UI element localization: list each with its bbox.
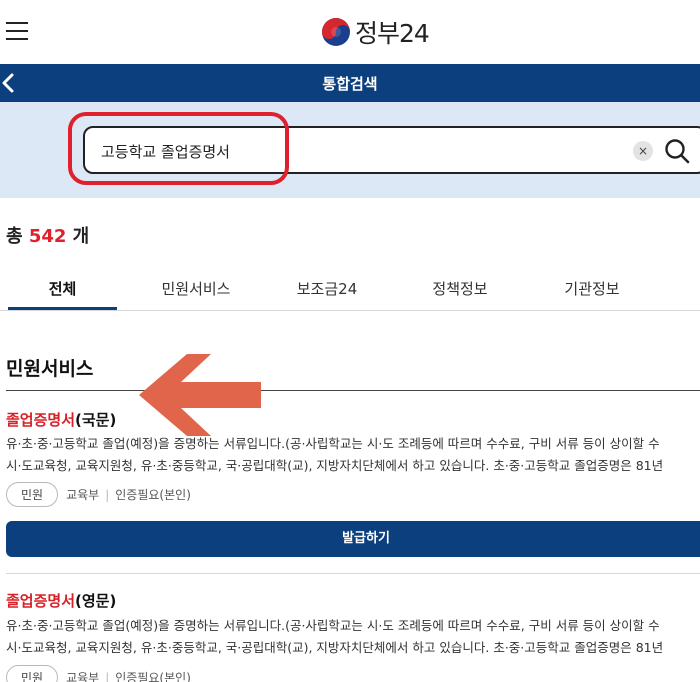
count-prefix: 총 <box>6 226 29 247</box>
count-suffix: 개 <box>66 226 90 247</box>
hamburger-menu-icon[interactable] <box>6 22 28 42</box>
result-description-line1: 유·초·중·고등학교 졸업(예정)을 증명하는 서류입니다.(공·사립학교는 시… <box>6 436 660 451</box>
result-divider <box>6 573 700 574</box>
top-header: 정부24 <box>0 0 700 64</box>
page-title: 통합검색 <box>322 75 378 93</box>
result-meta: 민원 교육부 | 인증필요(본인) <box>6 665 191 682</box>
logo-text: 정부24 <box>355 19 430 48</box>
title-suffix: (영문) <box>75 592 117 610</box>
auth-label: 인증필요(본인) <box>115 488 191 502</box>
auth-label: 인증필요(본인) <box>115 671 191 682</box>
category-chip: 민원 <box>6 665 59 682</box>
result-meta: 민원 교육부 | 인증필요(본인) <box>6 482 191 507</box>
tab-civil-service[interactable]: 민원서비스 <box>143 278 249 299</box>
title-highlight: 졸업증명서 <box>6 592 76 610</box>
tab-policy-info[interactable]: 정책정보 <box>410 278 510 299</box>
search-area: × <box>0 102 700 198</box>
agency-label: 교육부 <box>66 488 100 502</box>
section-divider <box>6 390 700 391</box>
search-box: × <box>83 126 700 174</box>
result-description-line2: 시·도교육청, 교육지원청, 유·초·중등학교, 국·공립대학(교), 지방자치… <box>6 458 664 473</box>
title-highlight: 졸업증명서 <box>6 411 76 429</box>
result-description-line1: 유·초·중·고등학교 졸업(예정)을 증명하는 서류입니다.(공·사립학교는 시… <box>6 618 660 633</box>
count-number: 542 <box>28 226 67 247</box>
category-chip: 민원 <box>6 482 59 507</box>
search-input[interactable] <box>101 139 521 163</box>
active-tab-indicator <box>8 307 117 310</box>
site-logo[interactable]: 정부24 <box>321 15 430 49</box>
magnifier-icon[interactable] <box>663 137 691 165</box>
meta-separator: | <box>105 487 110 502</box>
agency-label: 교육부 <box>66 671 100 682</box>
category-tabs: 전체 민원서비스 보조금24 정책정보 기관정보 <box>0 270 700 311</box>
section-title: 민원서비스 <box>6 358 94 380</box>
clear-search-icon[interactable]: × <box>633 141 653 161</box>
arrow-annotation-icon <box>139 354 261 436</box>
result-count: 총 542 개 <box>6 222 89 248</box>
result-title[interactable]: 졸업증명서(국문) <box>6 409 116 430</box>
meta-separator: | <box>105 670 110 682</box>
result-title[interactable]: 졸업증명서(영문) <box>6 590 116 611</box>
result-description-line2: 시·도교육청, 교육지원청, 유·초·중등학교, 국·공립대학(교), 지방자치… <box>6 640 664 655</box>
tab-all[interactable]: 전체 <box>8 278 117 299</box>
taegeuk-emblem-icon <box>322 18 350 46</box>
title-bar: 통합검색 <box>0 64 700 102</box>
tab-subsidy24[interactable]: 보조금24 <box>277 278 377 299</box>
issue-button[interactable]: 발급하기 <box>6 521 700 557</box>
title-suffix: (국문) <box>75 411 117 429</box>
tab-agency-info[interactable]: 기관정보 <box>542 278 642 299</box>
